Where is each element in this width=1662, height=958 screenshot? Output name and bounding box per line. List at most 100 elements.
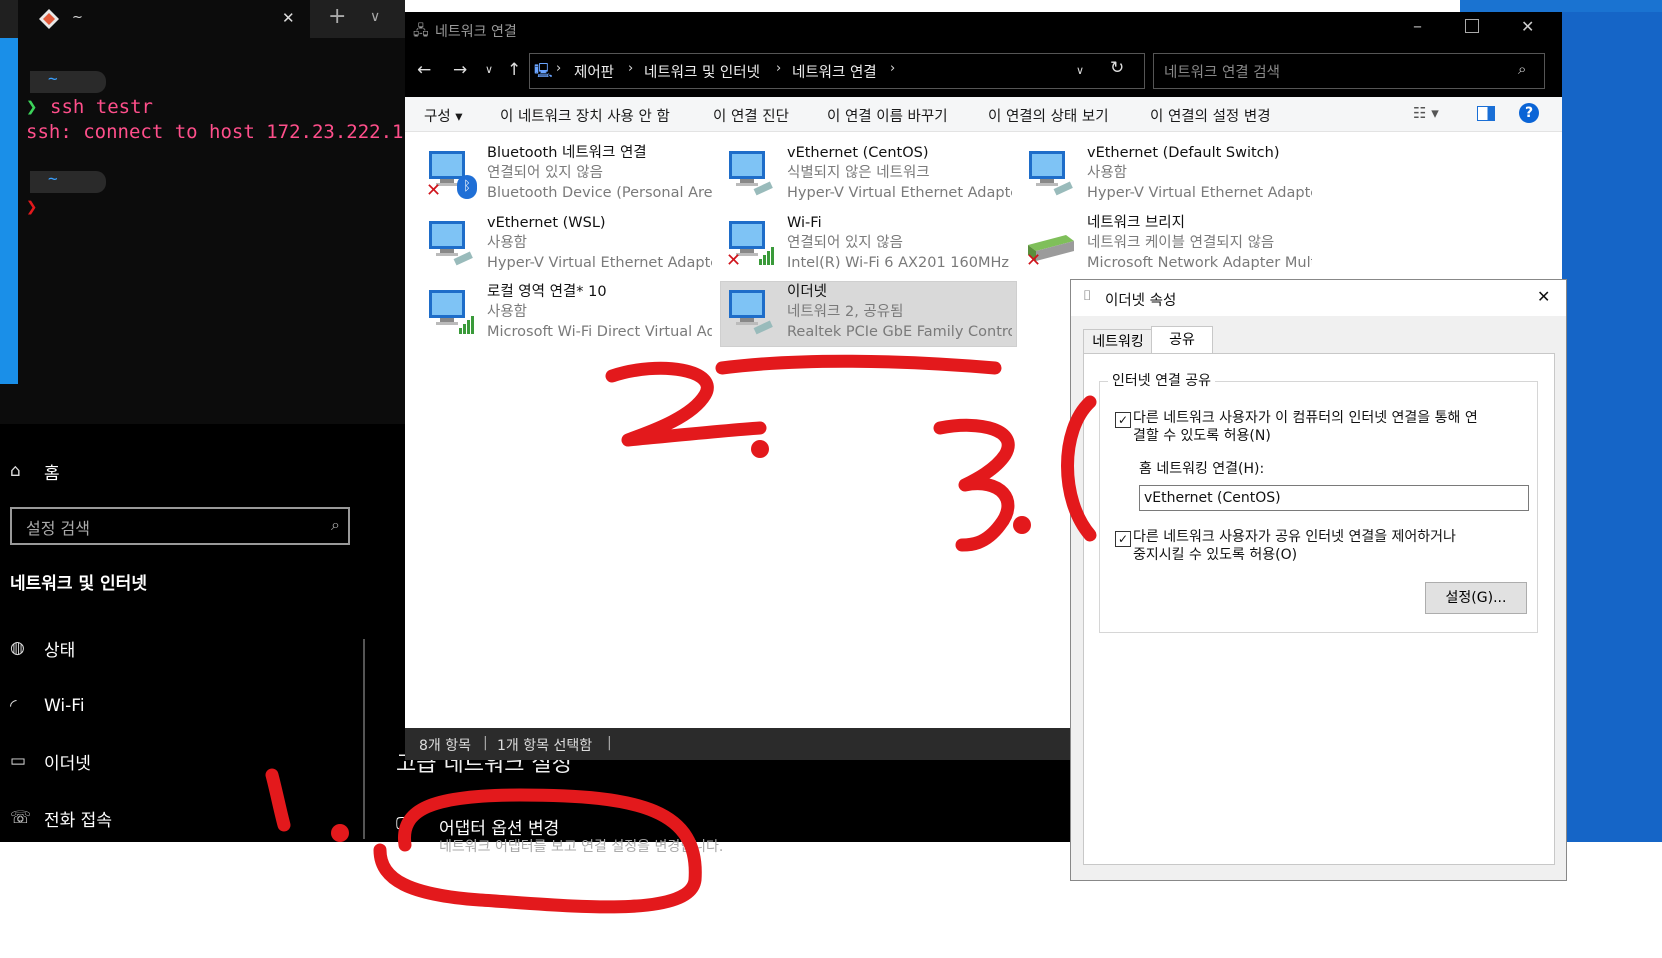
prompt-symbol-2: ❯: [26, 196, 38, 218]
prompt-symbol: ❯: [26, 96, 38, 118]
breadcrumb-separator: ›: [556, 61, 562, 76]
explorer-search-placeholder: 네트워크 연결 검색: [1164, 65, 1280, 81]
item-name: 이더넷: [787, 284, 828, 300]
network-monitor-icon: [429, 221, 473, 266]
diagnose-button[interactable]: 이 연결 진단: [713, 105, 789, 126]
item-status: 네트워크 케이블 연결되지 않음: [1087, 235, 1275, 251]
connection-item[interactable]: ✕ 네트워크 브리지 네트워크 케이블 연결되지 않음 Microsoft Ne…: [1021, 213, 1312, 277]
network-monitor-icon: [729, 151, 773, 196]
disable-device-button[interactable]: 이 네트워크 장치 사용 안 함: [500, 105, 670, 126]
terminal-command: ssh testr: [50, 96, 153, 118]
minimize-icon[interactable]: –: [1413, 16, 1422, 37]
nav-home[interactable]: ⌂ 홈: [10, 456, 60, 486]
item-name: Bluetooth 네트워크 연결: [487, 145, 647, 161]
tab-close-icon[interactable]: ✕: [282, 9, 295, 27]
desktop-background-right: [1460, 0, 1662, 12]
allow-control-label-2: 중지시킬 수 있도록 허용(O): [1133, 547, 1298, 563]
connection-item[interactable]: ✕ Wi-Fi 연결되어 있지 않음 Intel(R) Wi-Fi 6 AX20…: [721, 213, 1011, 277]
git-bash-icon: [39, 9, 59, 29]
change-settings-button[interactable]: 이 연결의 설정 변경: [1150, 105, 1271, 126]
sharing-settings-button-label: 설정(G)...: [1445, 590, 1507, 606]
nav-status-label: 상태: [44, 640, 76, 661]
up-icon[interactable]: ↑: [507, 60, 521, 80]
disconnected-x-icon: ✕: [1026, 250, 1042, 271]
tab-networking[interactable]: 네트워킹: [1083, 329, 1153, 354]
breadcrumb-control-panel[interactable]: 제어판: [574, 61, 614, 82]
item-status: 사용함: [1087, 165, 1128, 181]
maximize-icon[interactable]: [1465, 19, 1479, 33]
connection-item[interactable]: ✕ ᛒ Bluetooth 네트워크 연결 연결되어 있지 않음 Bluetoo…: [421, 143, 712, 207]
allow-sharing-label-2: 결할 수 있도록 허용(N): [1133, 428, 1271, 444]
rename-button[interactable]: 이 연결 이름 바꾸기: [827, 105, 948, 126]
adapter-options-link[interactable]: 🖵 어댑터 옵션 변경 네트워크 어댑터를 보고 연결 설정을 변경합니다.: [396, 814, 1046, 855]
terminal-tab[interactable]: ~ ✕: [18, 0, 310, 38]
nav-dialup[interactable]: ☏ 전화 접속: [10, 803, 112, 833]
nav-status[interactable]: ◍ 상태: [10, 633, 75, 663]
address-input[interactable]: 🖳 › 제어판 › 네트워크 및 인터넷 › 네트워크 연결 › ∨ ↻: [529, 53, 1145, 89]
bluetooth-icon: ᛒ: [457, 175, 477, 199]
view-status-button[interactable]: 이 연결의 상태 보기: [988, 105, 1109, 126]
breadcrumb-separator: ›: [776, 61, 782, 76]
explorer-search-input[interactable]: 네트워크 연결 검색 ⌕: [1153, 53, 1545, 89]
item-device: Microsoft Network Adapter Multi...: [1087, 255, 1312, 271]
terminal-error: ssh: connect to host 172.23.222.1: [26, 121, 404, 143]
organize-button[interactable]: 구성 ▾: [424, 105, 463, 126]
forward-icon[interactable]: →: [453, 60, 467, 80]
close-icon[interactable]: ✕: [1537, 287, 1550, 306]
item-name: 로컬 영역 연결* 10: [487, 284, 607, 300]
nav-wifi[interactable]: ◜ Wi-Fi: [10, 691, 85, 721]
connection-item[interactable]: vEthernet (WSL) 사용함 Hyper-V Virtual Ethe…: [421, 213, 712, 277]
connection-item-selected[interactable]: 이더넷 네트워크 2, 공유됨 Realtek PCIe GbE Family …: [720, 281, 1017, 347]
wifi-icon: ◜: [10, 696, 17, 716]
prompt-segment: ~: [30, 69, 106, 93]
allow-sharing-checkbox[interactable]: ✓: [1115, 412, 1131, 428]
control-panel-icon: 🖳: [534, 63, 553, 79]
item-status: 사용함: [487, 235, 528, 251]
explorer-titlebar: 🖧 네트워크 연결 – ✕: [405, 12, 1562, 47]
breadcrumb-network-connections[interactable]: 네트워크 연결: [792, 61, 877, 82]
breadcrumb-separator: ›: [628, 61, 634, 76]
breadcrumb-network-internet[interactable]: 네트워크 및 인터넷: [644, 61, 760, 82]
command-bar: 구성 ▾ 이 네트워크 장치 사용 안 함 이 연결 진단 이 연결 이름 바꾸…: [405, 97, 1562, 132]
explorer-addressbar: ← → ∨ ↑ 🖳 › 제어판 › 네트워크 및 인터넷 › 네트워크 연결 ›…: [405, 47, 1562, 97]
item-device: Hyper-V Virtual Ethernet Adapte...: [487, 255, 712, 271]
home-connection-select[interactable]: vEthernet (CentOS): [1139, 485, 1529, 511]
view-options-icon[interactable]: ☷ ▾: [1413, 104, 1439, 122]
item-name: vEthernet (CentOS): [787, 145, 929, 161]
new-tab-icon[interactable]: +: [328, 4, 346, 29]
connection-item[interactable]: 로컬 영역 연결* 10 사용함 Microsoft Wi-Fi Direct …: [421, 282, 712, 346]
refresh-icon[interactable]: ↻: [1110, 58, 1124, 78]
tab-sharing[interactable]: 공유: [1151, 326, 1213, 355]
connection-item[interactable]: vEthernet (Default Switch) 사용함 Hyper-V V…: [1021, 143, 1312, 207]
close-icon[interactable]: ✕: [1521, 17, 1534, 36]
settings-search-input[interactable]: 설정 검색 ⌕: [10, 507, 350, 545]
recent-dropdown-icon[interactable]: ∨: [485, 63, 493, 76]
terminal-window[interactable]: ~ ✕ + ∨ ~ ❯ ssh testr ssh: connect to ho…: [0, 0, 405, 424]
monitor-icon: 🖵: [396, 814, 413, 834]
settings-search-placeholder: 설정 검색: [26, 519, 90, 538]
address-dropdown-icon[interactable]: ∨: [1076, 64, 1084, 77]
status-item-count: 8개 항목: [419, 738, 471, 754]
preview-pane-icon[interactable]: [1477, 106, 1495, 121]
dialup-icon: ☏: [10, 808, 32, 828]
chevron-down-icon[interactable]: ∨: [370, 9, 380, 25]
sharing-settings-button[interactable]: 설정(G)...: [1425, 582, 1527, 614]
item-status: 연결되어 있지 않음: [787, 235, 903, 251]
nav-dialup-label: 전화 접속: [44, 810, 112, 831]
back-icon[interactable]: ←: [417, 60, 431, 80]
nav-home-label: 홈: [44, 463, 60, 484]
disconnected-x-icon: ✕: [426, 180, 442, 201]
connection-item[interactable]: vEthernet (CentOS) 식별되지 않은 네트워크 Hyper-V …: [721, 143, 1012, 207]
scrollbar[interactable]: [363, 639, 365, 839]
network-monitor-icon: [429, 290, 474, 334]
nav-ethernet[interactable]: ▭ 이더넷: [10, 746, 91, 776]
search-icon: ⌕: [331, 515, 340, 534]
item-device: Hyper-V Virtual Ethernet Adapter: [1087, 185, 1312, 201]
nav-ethernet-label: 이더넷: [44, 753, 91, 774]
nav-wifi-label: Wi-Fi: [44, 696, 85, 716]
help-icon[interactable]: ?: [1519, 103, 1539, 123]
allow-sharing-label: 다른 네트워크 사용자가 이 컴퓨터의 인터넷 연결을 통해 연: [1133, 410, 1478, 426]
prompt-path-2: ~: [48, 169, 58, 188]
explorer-title: 네트워크 연결: [435, 24, 517, 40]
allow-control-checkbox[interactable]: ✓: [1115, 531, 1131, 547]
